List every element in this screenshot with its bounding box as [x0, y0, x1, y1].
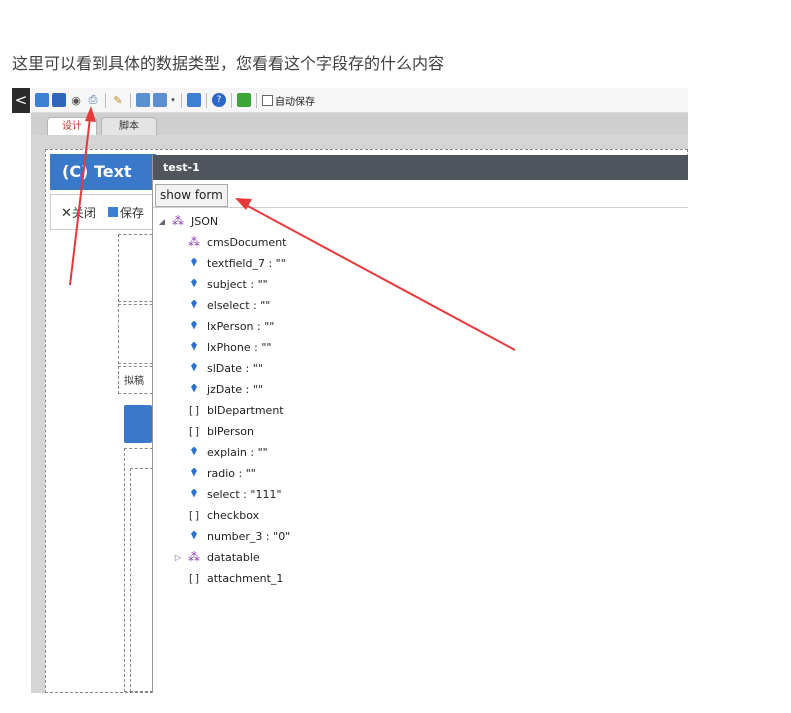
save-icon [107, 206, 118, 217]
value-icon [187, 530, 201, 543]
tree-node-label: checkbox [207, 508, 260, 522]
tree-node-label: subject : "" [207, 277, 268, 291]
divider [153, 207, 688, 208]
tree-node-label: elselect : "" [207, 298, 271, 312]
json-viewer-panel: test-1 show form ◢ ⁂ JSON ⁂ cmsDocument … [152, 155, 688, 693]
publish-icon[interactable] [237, 93, 251, 107]
tree-node[interactable]: jzDate : "" [187, 379, 263, 399]
import-icon[interactable] [136, 93, 150, 107]
value-icon [187, 341, 201, 354]
toolbar-separator [231, 92, 232, 108]
value-icon [187, 488, 201, 501]
draft-label: 拟稿 [124, 376, 144, 387]
tree-node-label: blPerson [207, 424, 255, 438]
object-icon: ⁂ [188, 550, 200, 564]
tree-node[interactable]: lxPerson : "" [187, 316, 274, 336]
tree-node[interactable]: number_3 : "0" [187, 526, 290, 546]
toolbar-separator [181, 92, 182, 108]
array-icon: [] [187, 403, 201, 417]
tree-node[interactable]: [] checkbox [187, 505, 259, 525]
tree-node-label: attachment_1 [207, 571, 284, 585]
tree-node[interactable]: [] blDepartment [187, 400, 284, 420]
tree-node[interactable]: slDate : "" [187, 358, 263, 378]
collapse-button[interactable]: < [12, 88, 30, 113]
tree-node-label: radio : "" [207, 466, 256, 480]
export-icon[interactable] [153, 93, 167, 107]
autosave-label: 自动保存 [275, 96, 315, 108]
tree-node[interactable]: elselect : "" [187, 295, 270, 315]
toolbar-separator [130, 92, 131, 108]
tree-node[interactable]: radio : "" [187, 463, 256, 483]
tree-node-label: number_3 : "0" [207, 529, 291, 543]
value-icon [187, 320, 201, 333]
panel-title: test-1 [153, 155, 688, 180]
wand-icon[interactable]: ✎ [111, 93, 125, 107]
tab-design[interactable]: 设计 [47, 117, 97, 136]
tree-node-json-root[interactable]: ◢ ⁂ JSON [157, 211, 218, 231]
tree-node-label: JSON [191, 214, 219, 228]
value-icon [187, 299, 201, 312]
tree-node-label: lxPerson : "" [207, 319, 275, 333]
save-form-label: 保存 [119, 205, 144, 220]
tree-node[interactable]: [] attachment_1 [187, 568, 283, 588]
tree-node[interactable]: subject : "" [187, 274, 268, 294]
dropdown-icon[interactable]: ▾ [170, 93, 176, 107]
tree-node-label: datatable [207, 550, 260, 564]
form-action-bar: ✕关闭 保存 [50, 194, 156, 230]
save-icon[interactable] [35, 93, 49, 107]
collapse-toggle-icon[interactable]: ◢ [157, 217, 167, 226]
array-icon: [] [187, 424, 201, 438]
tree-node[interactable]: textfield_7 : "" [187, 253, 286, 273]
tree-node[interactable]: explain : "" [187, 442, 268, 462]
tree-node-label: textfield_7 : "" [207, 256, 286, 270]
value-icon [187, 383, 201, 396]
close-icon: ✕ [61, 205, 72, 221]
value-icon [187, 257, 201, 270]
checkbox-box[interactable] [262, 94, 273, 106]
close-label: 关闭 [71, 205, 96, 220]
tree-node-label: jzDate : "" [207, 382, 263, 396]
tree-node-label: explain : "" [207, 445, 268, 459]
tree-node[interactable]: ⁂ cmsDocument [187, 232, 286, 252]
value-icon [187, 467, 201, 480]
object-icon: ⁂ [172, 214, 184, 228]
array-icon: [] [187, 508, 201, 522]
toolbar-separator [105, 92, 106, 108]
value-icon [187, 278, 201, 291]
save-as-icon[interactable] [52, 93, 66, 107]
close-button[interactable]: ✕关闭 [61, 204, 96, 221]
form-blue-block [124, 405, 152, 443]
tree-node[interactable]: lxPhone : "" [187, 337, 271, 357]
tree-node-label: lxPhone : "" [207, 340, 272, 354]
toolbar: ◉ ⎙ ✎ ▾ ? 自动保存 [31, 88, 688, 113]
form-view-icon[interactable] [187, 93, 201, 107]
show-form-button[interactable]: show form [155, 184, 228, 207]
object-icon: ⁂ [188, 235, 200, 249]
expand-toggle-icon[interactable]: ▷ [173, 553, 183, 562]
screenshot-frame: < ◉ ⎙ ✎ ▾ ? 自动保存 设计 脚本 (C) Text ✕关闭 保存 拟… [12, 88, 688, 693]
tab-script[interactable]: 脚本 [101, 117, 157, 136]
value-icon [187, 362, 201, 375]
tree-node-label: cmsDocument [207, 235, 287, 249]
print-icon[interactable]: ⎙ [86, 93, 100, 107]
caption-text: 这里可以看到具体的数据类型，您看看这个字段存的什么内容 [12, 54, 445, 73]
tree-node-label: blDepartment [207, 403, 284, 417]
form-title: (C) Text [50, 154, 156, 190]
tree-node[interactable]: select : "111" [187, 484, 282, 504]
tab-bar: 设计 脚本 [31, 113, 688, 136]
tree-node-label: slDate : "" [207, 361, 263, 375]
tree-node[interactable]: [] blPerson [187, 421, 254, 441]
value-icon [187, 446, 201, 459]
help-icon[interactable]: ? [212, 93, 226, 107]
save-form-button[interactable]: 保存 [107, 204, 144, 221]
autosave-checkbox[interactable]: 自动保存 [262, 93, 315, 108]
array-icon: [] [187, 571, 201, 585]
tree-node-datatable[interactable]: ▷ ⁂ datatable [173, 547, 260, 567]
tree-node-label: select : "111" [207, 487, 282, 501]
toolbar-separator [256, 92, 257, 108]
toolbar-separator [206, 92, 207, 108]
preview-eye-icon[interactable]: ◉ [69, 93, 83, 107]
